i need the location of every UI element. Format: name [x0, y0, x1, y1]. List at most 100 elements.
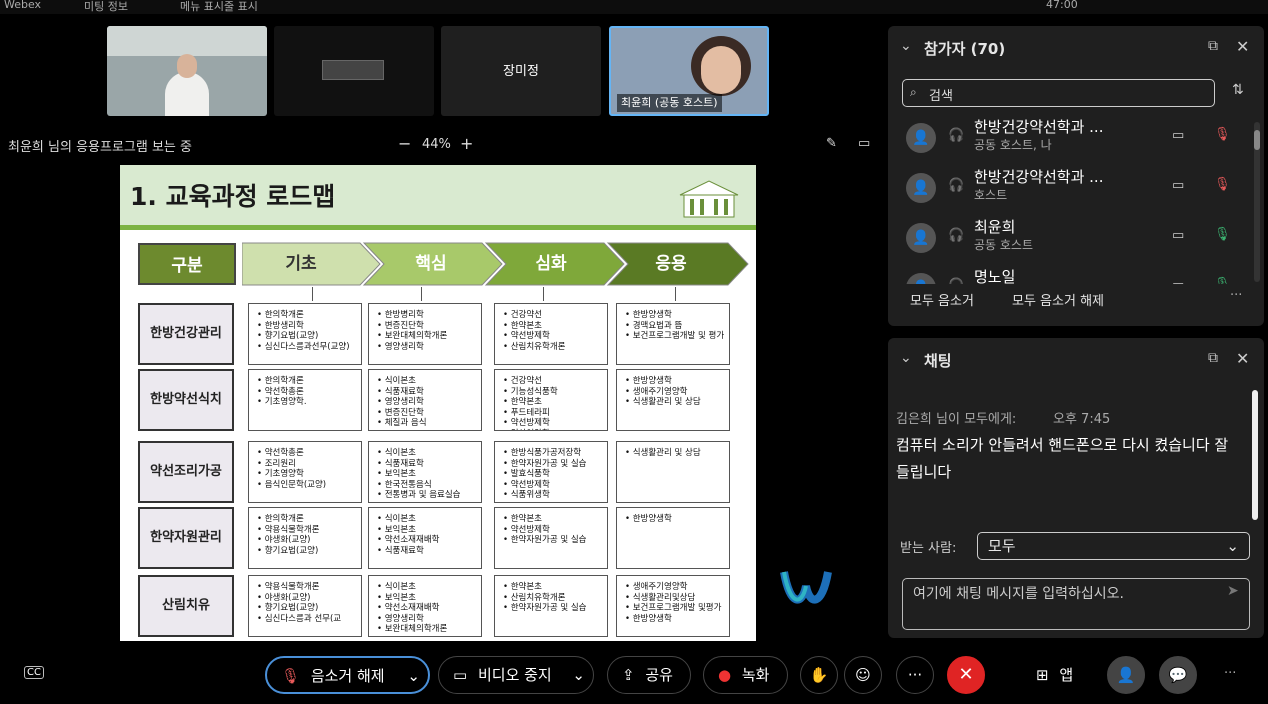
apps-button[interactable]: ⊞ 앱 [1036, 664, 1073, 685]
course-item: 약용식물학개론 [257, 525, 357, 536]
video-icon[interactable]: ▭ [1172, 228, 1184, 243]
record-button[interactable]: ● 녹화 [703, 656, 788, 694]
course-item: 향기요법(교양) [257, 603, 357, 614]
unmute-all-button[interactable]: 모두 음소거 해제 [1012, 290, 1104, 309]
menu-toggle[interactable]: 메뉴 표시줄 표시 [180, 0, 258, 14]
sort-icon[interactable]: ⇅ [1232, 82, 1244, 98]
zoom-in-button[interactable]: + [460, 134, 473, 153]
course-item: 영양생리학 [377, 397, 477, 408]
more-options-button[interactable]: ··· [896, 656, 934, 694]
course-item: 향기요법(교양) [257, 546, 357, 557]
course-item: 식이본초 [377, 514, 477, 525]
remote-control-icon[interactable]: ▭ [858, 136, 870, 151]
chat-input[interactable]: 여기에 채팅 메시지를 입력하십시오. ➤ [902, 578, 1250, 630]
scrollbar[interactable] [1254, 122, 1260, 282]
participant-search-input[interactable]: ⌕ 검색 [902, 79, 1215, 107]
course-item: 한방식품가공저장학 [503, 448, 603, 459]
mic-icon[interactable]: 🎙 [1214, 277, 1231, 284]
course-item: 한약본초 [503, 582, 603, 593]
unmute-button[interactable]: 🎙 음소거 해제 ⌄ [265, 656, 430, 694]
course-item: 약선학총론 [257, 387, 357, 398]
curriculum-cell: 한의학개론약용식물학개론야생화(교양)향기요법(교양) [248, 507, 362, 569]
participant-name: 한방건강약선학과 ... [974, 168, 1104, 186]
course-item: 식생활관리 및 상담 [625, 397, 725, 408]
curriculum-cell: 약용식물학개론야생화(교양)향기요법(교양)심신다스름과 선무(교 [248, 575, 362, 637]
course-item: 한의학개론 [257, 514, 357, 525]
participant-row[interactable]: 👤 🎧 명노일 ▭ 🎙 [888, 264, 1264, 284]
participant-row[interactable]: 👤 🎧 한방건강약선학과 ... 공동 호스트, 나 ▭ 🎙 [888, 114, 1264, 164]
course-item: 한방양생학 [625, 614, 725, 625]
course-item: 심신다스름과 선무(교 [257, 614, 357, 625]
header-category: 구분 [138, 243, 236, 285]
curriculum-cell: 식이본초식품재료학보익본초한국전통음식전통병과 및 음료실습 [368, 441, 482, 503]
chevron-down-icon[interactable]: ⌄ [900, 38, 912, 54]
mic-muted-icon[interactable]: 🎙 [1214, 127, 1231, 142]
avatar: 👤 [906, 173, 936, 203]
headset-icon: 🎧 [948, 228, 965, 243]
course-item: 식품재료학 [377, 546, 477, 557]
mic-icon[interactable]: 🎙 [1214, 227, 1231, 242]
close-icon[interactable]: ✕ [1236, 349, 1249, 368]
share-icon: ⇪ [622, 666, 635, 684]
close-icon[interactable]: ✕ [1236, 37, 1249, 56]
search-placeholder: 검색 [929, 89, 953, 104]
annotate-icon[interactable]: ✎ [826, 136, 837, 151]
course-item: 한약본초 [503, 397, 603, 408]
video-thumbnail[interactable] [107, 26, 267, 116]
row-label: 약선조리가공 [138, 441, 234, 503]
scrollbar[interactable] [1252, 390, 1258, 520]
course-item: 향기요법(교양) [257, 331, 357, 342]
raise-hand-button[interactable]: ✋ [800, 656, 838, 694]
viewing-label: 최윤희 님의 응용프로그램 보는 중 [8, 140, 192, 155]
participant-role: 공동 호스트 [974, 238, 1034, 252]
popout-icon[interactable]: ⧉ [1208, 38, 1218, 54]
meeting-info-link[interactable]: 미팅 정보 [84, 0, 128, 14]
course-item: 한국전통음식 [377, 480, 477, 491]
chevron-down-icon[interactable]: ⌄ [900, 350, 912, 366]
curriculum-cell: 한방양생학 [616, 507, 730, 569]
recipient-select[interactable]: 모두 ⌄ [977, 532, 1250, 560]
headset-icon: 🎧 [948, 128, 965, 143]
participant-row[interactable]: 👤 🎧 최윤희 공동 호스트 ▭ 🎙 [888, 214, 1264, 264]
video-icon[interactable]: ▭ [1172, 178, 1184, 193]
chevron-down-icon[interactable]: ⌄ [407, 658, 420, 694]
video-thumbnail-active[interactable]: 최윤희 (공동 호스트) [609, 26, 769, 116]
course-item: 전통병과 및 음료실습 [377, 490, 477, 501]
video-thumbnail[interactable] [274, 26, 434, 116]
recipient-value: 모두 [988, 537, 1016, 555]
headset-icon: 🎧 [948, 278, 964, 284]
more-icon[interactable]: ··· [1224, 666, 1236, 681]
video-icon[interactable]: ▭ [1172, 128, 1184, 143]
more-icon[interactable]: ··· [1230, 288, 1242, 303]
mute-all-button[interactable]: 모두 음소거 [910, 290, 974, 309]
captions-icon[interactable]: CC [24, 666, 44, 679]
video-thumbnail[interactable]: 장미정 [441, 26, 601, 116]
curriculum-cell: 건강약선기능성식품학한약본초푸드테라피약선방제학임상영양학 [494, 369, 608, 431]
chat-toggle-button[interactable]: 💬 [1159, 656, 1197, 694]
course-item: 경맥요법과 뜸 [625, 321, 725, 332]
course-item: 보익본초 [377, 593, 477, 604]
participant-row[interactable]: 👤 🎧 한방건강약선학과 ... 호스트 ▭ 🎙 [888, 164, 1264, 214]
webex-logo-icon [780, 571, 832, 604]
stop-video-button[interactable]: ▭ 비디오 중지 ⌄ [438, 656, 594, 694]
zoom-out-button[interactable]: − [398, 134, 411, 153]
course-item: 생애주기영양학 [625, 387, 725, 398]
share-button[interactable]: ⇪ 공유 [607, 656, 691, 694]
video-icon[interactable]: ▭ [1172, 278, 1184, 284]
course-item: 보완대체의학개론 [377, 331, 477, 342]
mic-muted-icon[interactable]: 🎙 [1214, 177, 1231, 192]
course-item: 발효식품학 [503, 469, 603, 480]
mic-muted-icon: 🎙 [281, 667, 301, 685]
course-item: 임상영양학 [503, 429, 603, 431]
chevron-down-icon[interactable]: ⌄ [572, 657, 585, 693]
course-item: 산림치유학개론 [503, 593, 603, 604]
building-icon [679, 180, 739, 218]
course-item: 식품재료학 [377, 387, 477, 398]
reactions-button[interactable]: ☺ [844, 656, 882, 694]
participants-toggle-button[interactable]: 👤 [1107, 656, 1145, 694]
popout-icon[interactable]: ⧉ [1208, 350, 1218, 366]
row-label: 한방건강관리 [138, 303, 234, 365]
course-item: 건강약선 [503, 376, 603, 387]
send-icon[interactable]: ➤ [1227, 583, 1239, 599]
leave-meeting-button[interactable]: ✕ [947, 656, 985, 694]
